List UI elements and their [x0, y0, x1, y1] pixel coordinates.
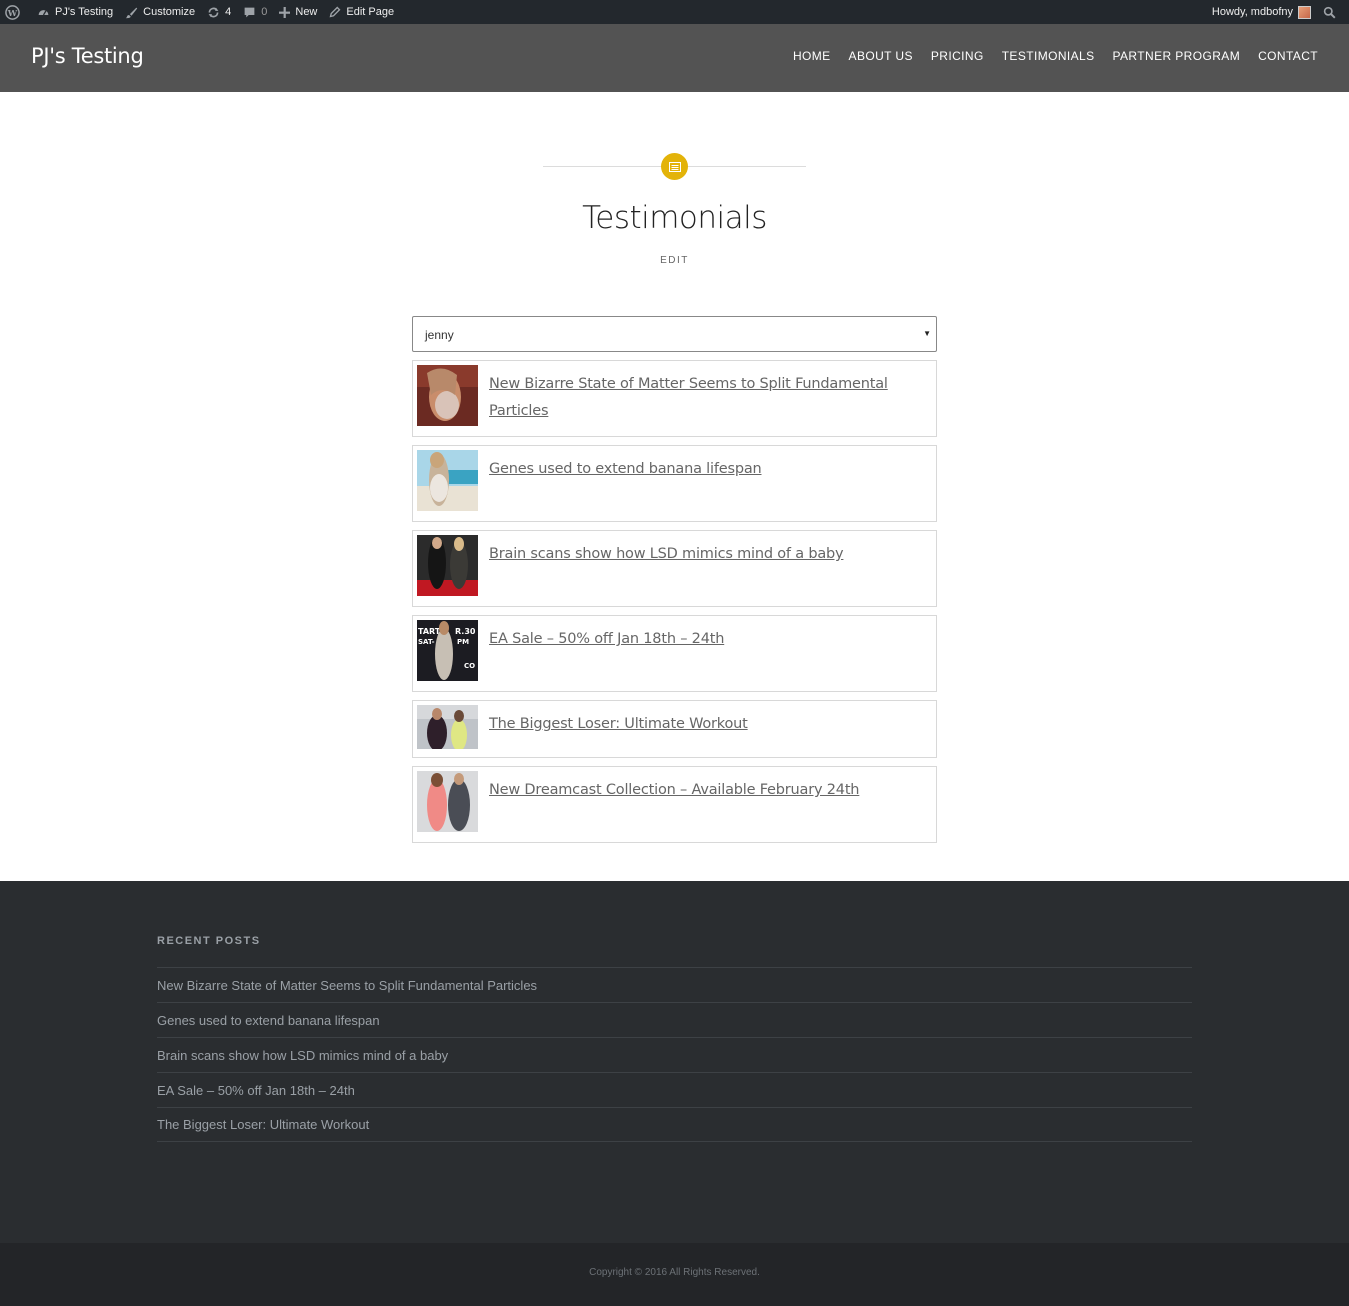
- copyright-text: Copyright © 2016 All Rights Reserved.: [589, 1267, 760, 1278]
- list-item: EA Sale – 50% off Jan 18th – 24th: [157, 1072, 1192, 1107]
- recent-post-link[interactable]: New Bizarre State of Matter Seems to Spl…: [157, 978, 537, 993]
- search-icon: [1323, 6, 1336, 18]
- recent-post-link[interactable]: Genes used to extend banana lifespan: [157, 1013, 380, 1028]
- post-title-link[interactable]: New Dreamcast Collection – Available Feb…: [489, 777, 889, 804]
- my-account-menu[interactable]: Howdy, mdbofny: [1206, 0, 1317, 24]
- wordpress-icon: W: [5, 4, 20, 20]
- site-title[interactable]: PJ's Testing: [31, 44, 144, 68]
- footer-widgets: RECENT POSTS New Bizarre State of Matter…: [0, 881, 1349, 1243]
- nav-partner-program[interactable]: PARTNER PROGRAM: [1113, 49, 1241, 63]
- wordpress-logo-button[interactable]: W: [0, 0, 31, 24]
- edit-page-link[interactable]: Edit Page: [323, 0, 400, 24]
- post-card: Genes used to extend banana lifespan: [412, 445, 937, 522]
- page-icon: [668, 161, 681, 172]
- svg-text:R.30: R.30: [455, 627, 476, 636]
- dropdown-arrow-icon: ▼: [923, 329, 931, 338]
- customize-link[interactable]: Customize: [119, 0, 201, 24]
- nav-about-us[interactable]: ABOUT US: [849, 49, 913, 63]
- plus-icon: [279, 6, 291, 18]
- post-title-link[interactable]: New Bizarre State of Matter Seems to Spl…: [489, 371, 889, 425]
- admin-search-button[interactable]: [1317, 0, 1349, 24]
- post-thumbnail[interactable]: TART R.30 SAT- PM CO: [417, 620, 478, 681]
- list-item: The Biggest Loser: Ultimate Workout: [157, 1107, 1192, 1142]
- list-item: Genes used to extend banana lifespan: [157, 1002, 1192, 1037]
- post-card: TART R.30 SAT- PM CO EA Sale – 50% off Jan 1…: [412, 615, 937, 692]
- nav-testimonials[interactable]: TESTIMONIALS: [1002, 49, 1095, 63]
- author-select[interactable]: jenny ▼: [412, 316, 937, 352]
- post-title-link[interactable]: EA Sale – 50% off Jan 18th – 24th: [489, 626, 889, 653]
- site-header: PJ's Testing HOME ABOUT US PRICING TESTI…: [0, 24, 1349, 92]
- updates-icon: [208, 7, 219, 17]
- widget-title: RECENT POSTS: [157, 935, 261, 947]
- list-item: Brain scans show how LSD mimics mind of …: [157, 1037, 1192, 1072]
- svg-text:PM: PM: [457, 638, 469, 646]
- nav-home[interactable]: HOME: [793, 49, 831, 63]
- post-card: New Bizarre State of Matter Seems to Spl…: [412, 360, 937, 437]
- post-thumbnail[interactable]: [417, 705, 478, 749]
- post-card: The Biggest Loser: Ultimate Workout: [412, 700, 937, 758]
- new-content-link[interactable]: New: [273, 0, 323, 24]
- bottom-bar: Copyright © 2016 All Rights Reserved.: [0, 1243, 1349, 1306]
- post-thumbnail[interactable]: [417, 535, 478, 596]
- recent-post-link[interactable]: The Biggest Loser: Ultimate Workout: [157, 1117, 369, 1132]
- page-title: Testimonials: [582, 200, 767, 236]
- brush-icon: [125, 7, 138, 18]
- customize-label: Customize: [143, 6, 196, 18]
- recent-post-link[interactable]: Brain scans show how LSD mimics mind of …: [157, 1048, 448, 1063]
- post-thumbnail[interactable]: [417, 771, 478, 832]
- post-title-link[interactable]: Brain scans show how LSD mimics mind of …: [489, 541, 889, 568]
- new-label: New: [295, 6, 318, 18]
- updates-count: 4: [225, 6, 232, 18]
- comments-link[interactable]: 0: [237, 0, 273, 24]
- post-thumbnail[interactable]: [417, 365, 478, 426]
- dashboard-icon: [38, 9, 49, 15]
- main-navigation: HOME ABOUT US PRICING TESTIMONIALS PARTN…: [775, 49, 1318, 63]
- post-card: Brain scans show how LSD mimics mind of …: [412, 530, 937, 607]
- pencil-icon: [329, 6, 341, 18]
- site-name-label: PJ's Testing: [55, 6, 114, 18]
- nav-contact[interactable]: CONTACT: [1258, 49, 1318, 63]
- edit-page-button[interactable]: EDIT: [0, 255, 1349, 266]
- svg-text:SAT-: SAT-: [418, 638, 435, 646]
- post-card: New Dreamcast Collection – Available Feb…: [412, 766, 937, 843]
- post-thumbnail[interactable]: [417, 450, 478, 511]
- post-title-link[interactable]: Genes used to extend banana lifespan: [489, 456, 889, 483]
- select-value: jenny: [425, 328, 454, 342]
- comments-count: 0: [261, 6, 268, 18]
- recent-posts-list: New Bizarre State of Matter Seems to Spl…: [157, 967, 1192, 1142]
- page-format-badge: [661, 153, 688, 180]
- site-name-link[interactable]: PJ's Testing: [31, 0, 119, 24]
- list-item: New Bizarre State of Matter Seems to Spl…: [157, 967, 1192, 1002]
- recent-post-link[interactable]: EA Sale – 50% off Jan 18th – 24th: [157, 1083, 355, 1098]
- post-title-link[interactable]: The Biggest Loser: Ultimate Workout: [489, 711, 889, 738]
- nav-pricing[interactable]: PRICING: [931, 49, 984, 63]
- svg-text:CO: CO: [464, 662, 475, 670]
- comment-icon: [244, 7, 255, 17]
- avatar: [1298, 5, 1311, 19]
- howdy-label: Howdy, mdbofny: [1211, 6, 1293, 18]
- updates-link[interactable]: 4: [201, 0, 237, 24]
- edit-page-label: Edit Page: [346, 6, 395, 18]
- admin-bar: W PJ's Testing Customize 4 0 New Edit Pa…: [0, 0, 1349, 24]
- svg-text:W: W: [7, 7, 18, 17]
- svg-text:TART: TART: [418, 627, 441, 636]
